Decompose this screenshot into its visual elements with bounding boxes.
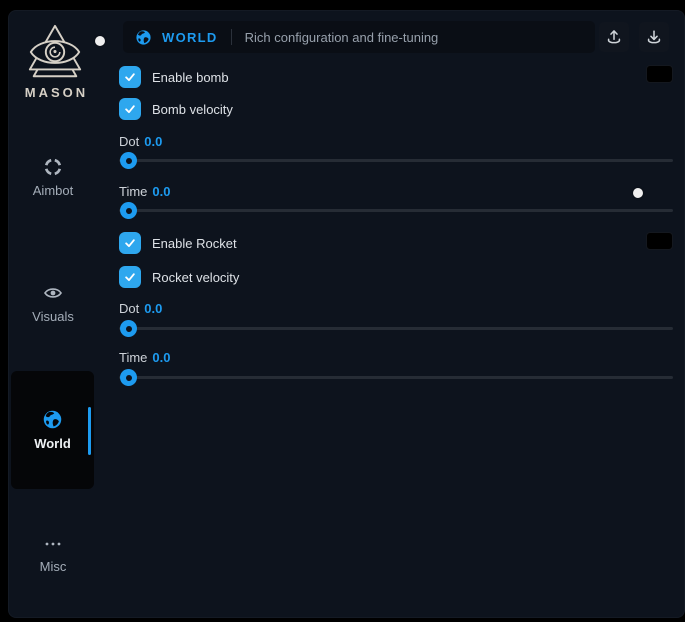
checkmark-icon	[123, 270, 137, 284]
page-header: WORLD Rich configuration and fine-tuning	[123, 21, 595, 53]
slider-value: 0.0	[144, 301, 162, 316]
sidebar-item-world[interactable]: World	[11, 371, 94, 489]
dot-slider-track[interactable]	[119, 327, 673, 330]
time-slider-thumb[interactable]	[120, 202, 137, 219]
slider-name: Time	[119, 184, 147, 199]
slider-label-time: Time 0.0	[119, 350, 170, 365]
sidebar-item-label: World	[11, 436, 94, 451]
sidebar-item-visuals[interactable]: Visuals	[11, 283, 95, 324]
sidebar-item-misc[interactable]: Misc	[11, 535, 95, 574]
slider-label-time: Time 0.0	[119, 184, 170, 199]
time-slider-thumb[interactable]	[120, 369, 137, 386]
checkmark-icon	[123, 236, 137, 250]
page-subtitle: Rich configuration and fine-tuning	[245, 30, 439, 45]
checkbox-row-enable-rocket: Enable Rocket	[119, 232, 237, 254]
slider-name: Time	[119, 350, 147, 365]
checkbox-label: Rocket velocity	[152, 270, 239, 285]
slider-value: 0.0	[152, 184, 170, 199]
globe-icon	[135, 29, 152, 46]
dot-slider-thumb[interactable]	[120, 320, 137, 337]
eye-in-triangle-icon	[24, 23, 86, 83]
checkbox-row-enable-bomb: Enable bomb	[119, 66, 229, 88]
bomb-velocity-checkbox[interactable]	[119, 98, 141, 120]
rocket-color-swatch[interactable]	[646, 232, 673, 250]
sidebar-item-label: Misc	[11, 559, 95, 574]
download-icon	[645, 28, 663, 46]
checkbox-row-bomb-velocity: Bomb velocity	[119, 98, 233, 120]
slider-value: 0.0	[144, 134, 162, 149]
download-config-button[interactable]	[639, 22, 669, 52]
brand-name: MASON	[17, 85, 93, 100]
upload-icon	[605, 28, 623, 46]
sidebar-item-aimbot[interactable]: Aimbot	[11, 157, 95, 198]
dot-slider-track[interactable]	[119, 159, 673, 162]
globe-icon	[42, 409, 63, 430]
upload-config-button[interactable]	[599, 22, 629, 52]
cursor-dot	[633, 188, 643, 198]
cursor-dot	[95, 36, 105, 46]
slider-name: Dot	[119, 134, 139, 149]
slider-label-dot: Dot 0.0	[119, 301, 162, 316]
app-window: MASON Aimbot Visuals	[8, 10, 685, 618]
header-divider	[231, 29, 232, 45]
sidebar: MASON Aimbot Visuals	[9, 11, 119, 617]
enable-bomb-checkbox[interactable]	[119, 66, 141, 88]
page-title: WORLD	[162, 30, 218, 45]
brand-logo: MASON	[17, 23, 93, 100]
slider-name: Dot	[119, 301, 139, 316]
checkmark-icon	[123, 70, 137, 84]
selected-indicator	[88, 407, 91, 455]
bomb-color-swatch[interactable]	[646, 65, 673, 83]
dot-slider-thumb[interactable]	[120, 152, 137, 169]
sidebar-item-label: Aimbot	[11, 183, 95, 198]
time-slider-track[interactable]	[119, 376, 673, 379]
slider-label-dot: Dot 0.0	[119, 134, 162, 149]
checkbox-label: Enable Rocket	[152, 236, 237, 251]
checkbox-label: Bomb velocity	[152, 102, 233, 117]
eye-icon	[43, 283, 63, 303]
ellipsis-icon	[43, 535, 63, 553]
rocket-velocity-checkbox[interactable]	[119, 266, 141, 288]
time-slider-track[interactable]	[119, 209, 673, 212]
enable-rocket-checkbox[interactable]	[119, 232, 141, 254]
slider-value: 0.0	[152, 350, 170, 365]
crosshair-icon	[43, 157, 63, 177]
checkbox-label: Enable bomb	[152, 70, 229, 85]
checkbox-row-rocket-velocity: Rocket velocity	[119, 266, 239, 288]
sidebar-item-label: Visuals	[11, 309, 95, 324]
checkmark-icon	[123, 102, 137, 116]
